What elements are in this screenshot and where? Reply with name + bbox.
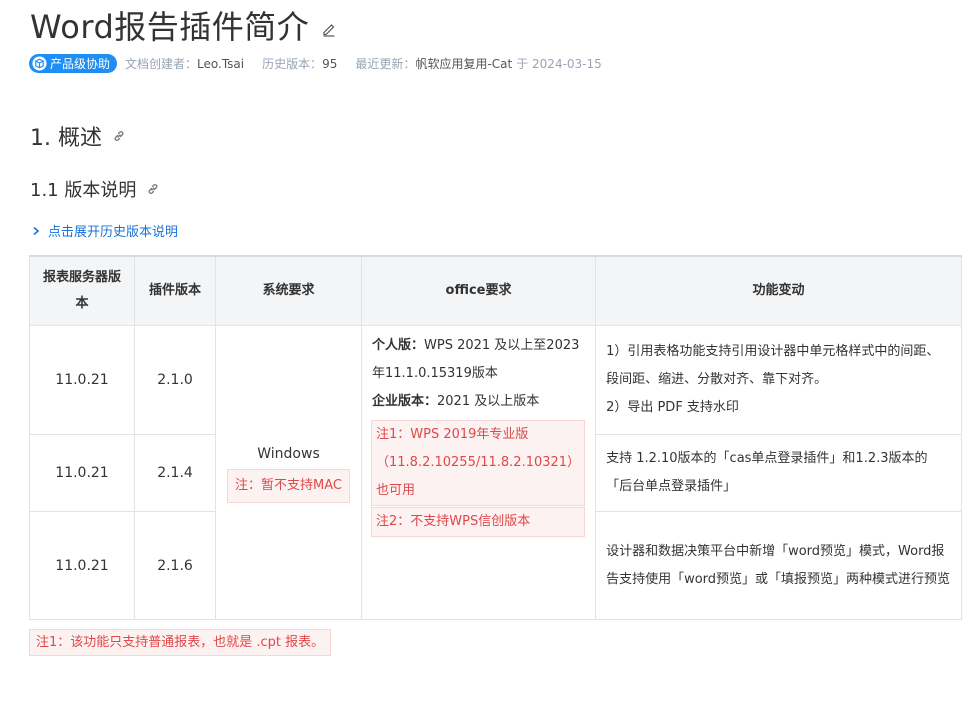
feature-line-2: 2）导出 PDF 支持水印	[606, 400, 739, 415]
header-server-version: 报表服务器版本	[29, 255, 135, 326]
office-enterprise-text: 2021 及以上版本	[437, 394, 540, 409]
page: Word报告插件简介 产品级协助 文档创建者： Leo.Tsai 历史版本： 9…	[0, 0, 970, 704]
office-note-2: 注2：不支持WPS信创版本	[371, 507, 586, 537]
section-heading-text: 1. 概述	[30, 126, 102, 151]
version-table: 报表服务器版本 插件版本 系统要求 office要求 功能变动 11.0.21 …	[29, 255, 963, 620]
cube-icon	[32, 56, 47, 71]
meta-row: 产品级协助 文档创建者： Leo.Tsai 历史版本： 95 最近更新： 帆软应…	[29, 54, 602, 73]
office-enterprise-label: 企业版本：	[372, 394, 438, 409]
edit-icon[interactable]	[321, 21, 337, 37]
badge-label: 产品级协助	[50, 57, 111, 71]
cell-feature: 1）引用表格功能支持引用设计器中单元格样式中的间距、段间距、缩进、分散对齐、靠下…	[595, 325, 963, 435]
page-title: Word报告插件简介	[30, 8, 310, 46]
cell-feature: 设计器和数据决策平台中新增「word预览」模式，Word报告支持使用「word预…	[595, 511, 963, 620]
cell-server-version: 11.0.21	[29, 325, 135, 435]
expand-history-label: 点击展开历史版本说明	[48, 225, 179, 240]
cell-plugin-version: 2.1.4	[134, 434, 216, 512]
office-personal-label: 个人版：	[372, 338, 425, 353]
feature-line-1: 1）引用表格功能支持引用设计器中单元格样式中的间距、段间距、缩进、分散对齐、靠下…	[606, 344, 940, 387]
cell-system-req: Windows 注：暂不支持MAC	[215, 325, 362, 620]
link-icon[interactable]	[146, 182, 160, 196]
header-feature-changes: 功能变动	[595, 255, 963, 326]
link-icon[interactable]	[112, 129, 126, 143]
cell-feature: 支持 1.2.10版本的「cas单点登录插件」和1.2.3版本的「后台单点登录插…	[595, 434, 963, 512]
creator-name[interactable]: Leo.Tsai	[197, 57, 244, 71]
updated-by[interactable]: 帆软应用复用-Cat	[415, 55, 512, 72]
updated-label: 最近更新：	[355, 57, 416, 71]
office-note-1: 注1：WPS 2019年专业版（11.8.2.10255/11.8.2.1032…	[371, 420, 586, 506]
header-system-req: 系统要求	[215, 255, 362, 326]
section-heading-overview: 1. 概述	[30, 120, 126, 152]
system-name: Windows	[257, 446, 320, 462]
history-count[interactable]: 95	[322, 57, 337, 71]
cell-plugin-version: 2.1.0	[134, 325, 216, 435]
creator-label: 文档创建者：	[125, 57, 198, 71]
cell-office-req: 个人版：WPS 2021 及以上至2023年11.1.0.15319版本 企业版…	[360, 325, 597, 620]
subsection-heading-text: 1.1 版本说明	[30, 180, 137, 201]
chevron-right-icon	[33, 226, 40, 235]
updated-date: 于 2024-03-15	[516, 57, 602, 71]
title-row: Word报告插件简介	[30, 2, 337, 48]
section-heading-version: 1.1 版本说明	[30, 176, 160, 202]
office-enterprise: 企业版本：2021 及以上版本	[372, 388, 585, 416]
system-note: 注：暂不支持MAC	[227, 469, 350, 503]
office-personal: 个人版：WPS 2021 及以上至2023年11.1.0.15319版本	[372, 332, 585, 388]
header-office-req: office要求	[360, 255, 597, 326]
history-label: 历史版本：	[262, 57, 323, 71]
cell-plugin-version: 2.1.6	[134, 511, 216, 620]
header-plugin-version: 插件版本	[134, 255, 216, 326]
bottom-note: 注1：该功能只支持普通报表，也就是 .cpt 报表。	[29, 629, 332, 656]
table-header-row: 报表服务器版本 插件版本 系统要求 office要求 功能变动	[29, 255, 963, 326]
table-row: 11.0.21 2.1.0 Windows 注：暂不支持MAC 个人版：WPS …	[29, 325, 963, 620]
product-badge[interactable]: 产品级协助	[29, 54, 118, 73]
expand-history-toggle[interactable]: 点击展开历史版本说明	[31, 221, 178, 240]
cell-server-version: 11.0.21	[29, 434, 135, 512]
cell-server-version: 11.0.21	[29, 511, 135, 620]
